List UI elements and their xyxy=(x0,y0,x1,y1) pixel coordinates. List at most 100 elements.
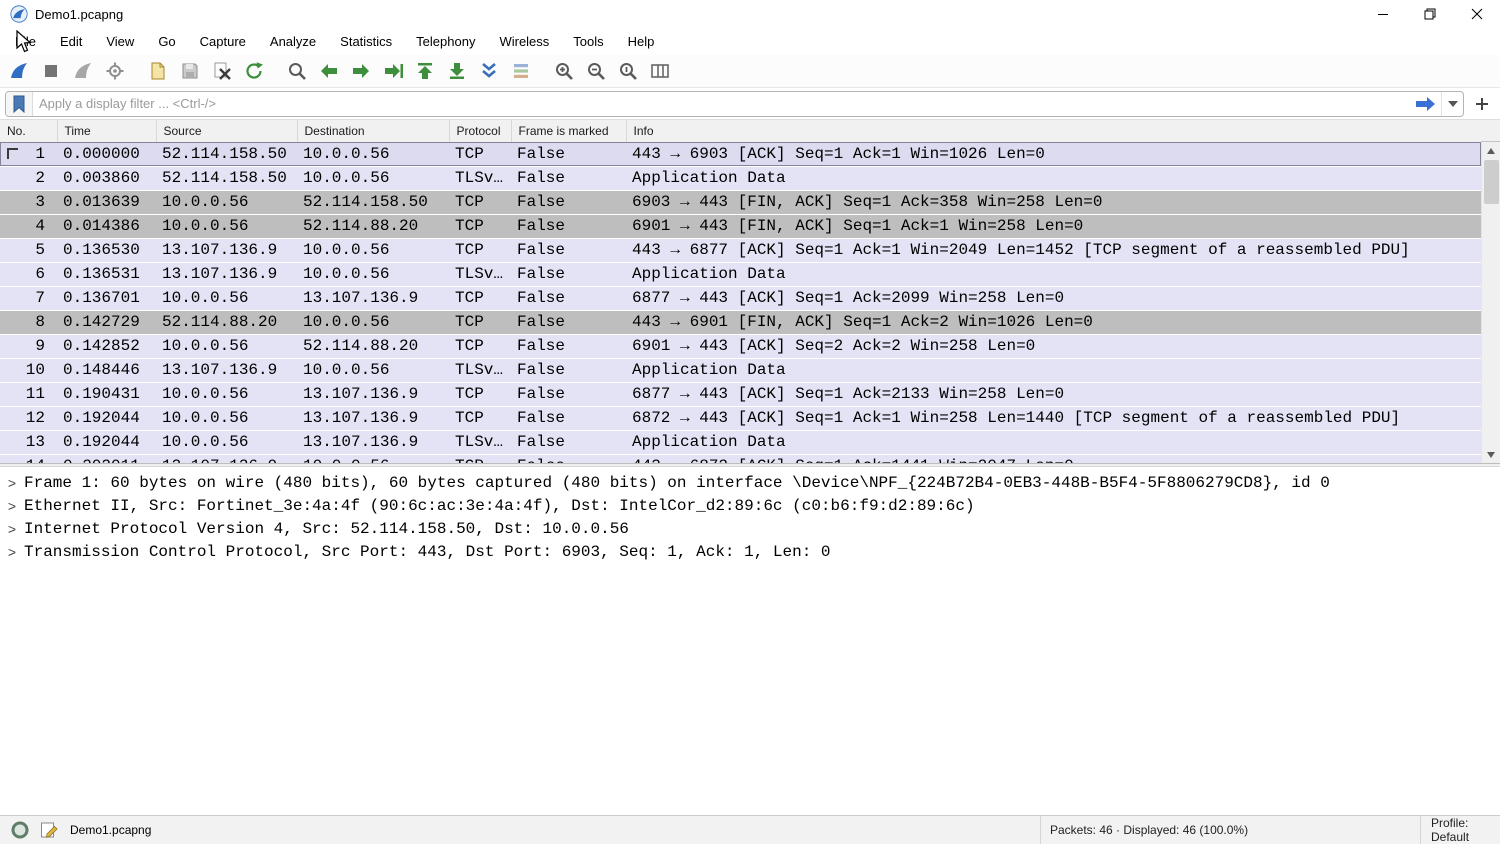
packet-row[interactable]: 7 0.136701 10.0.0.56 13.107.136.9 TCP Fa… xyxy=(0,286,1481,310)
detail-text: Frame 1: 60 bytes on wire (480 bits), 60… xyxy=(24,474,1330,492)
minimize-button[interactable] xyxy=(1359,0,1406,28)
menu-item[interactable]: Edit xyxy=(48,31,94,53)
resize-columns-button[interactable] xyxy=(645,57,674,85)
colorize-packets-button[interactable] xyxy=(506,57,535,85)
go-forward-button[interactable] xyxy=(346,57,375,85)
column-header[interactable]: Time xyxy=(57,120,156,142)
cell-protocol: TCP xyxy=(449,190,511,214)
packet-row[interactable]: 4 0.014386 10.0.0.56 52.114.88.20 TCP Fa… xyxy=(0,214,1481,238)
expand-chevron-icon[interactable] xyxy=(0,521,24,537)
chevron-down-icon xyxy=(1447,100,1459,108)
filter-dropdown-button[interactable] xyxy=(1441,92,1463,116)
packet-list-scrollbar[interactable] xyxy=(1481,142,1500,463)
expand-chevron-icon[interactable] xyxy=(0,498,24,514)
save-file-button[interactable] xyxy=(175,57,204,85)
cell-protocol: TLSv… xyxy=(449,166,511,190)
restart-fin-icon xyxy=(72,60,94,82)
display-filter-input[interactable] xyxy=(33,96,1409,111)
menu-item[interactable]: Telephony xyxy=(404,31,487,53)
status-profile[interactable]: Profile: Default xyxy=(1420,816,1500,844)
zoom-normal-button[interactable] xyxy=(613,57,642,85)
packet-row[interactable]: 12 0.192044 10.0.0.56 13.107.136.9 TCP F… xyxy=(0,406,1481,430)
close-button[interactable] xyxy=(1453,0,1500,28)
packet-row[interactable]: 9 0.142852 10.0.0.56 52.114.88.20 TCP Fa… xyxy=(0,334,1481,358)
scroll-up-button[interactable] xyxy=(1482,142,1500,159)
cell-destination: 10.0.0.56 xyxy=(297,142,449,166)
cell-source: 10.0.0.56 xyxy=(156,286,297,310)
cell-destination: 10.0.0.56 xyxy=(297,454,449,463)
scroll-down-button[interactable] xyxy=(1482,446,1500,463)
expand-chevron-icon[interactable] xyxy=(0,475,24,491)
menu-item[interactable]: Wireless xyxy=(487,31,561,53)
cell-protocol: TCP xyxy=(449,214,511,238)
go-back-button[interactable] xyxy=(314,57,343,85)
start-capture-button[interactable] xyxy=(4,57,33,85)
expert-info-icon[interactable] xyxy=(11,821,29,839)
packet-row[interactable]: 10 0.148446 13.107.136.9 10.0.0.56 TLSv…… xyxy=(0,358,1481,382)
column-header[interactable]: Protocol xyxy=(449,120,511,142)
column-header[interactable]: No. xyxy=(0,120,57,142)
packet-detail-line[interactable]: Ethernet II, Src: Fortinet_3e:4a:4f (90:… xyxy=(0,494,1500,517)
stop-capture-button[interactable] xyxy=(36,57,65,85)
packet-row[interactable]: 3 0.013639 10.0.0.56 52.114.158.50 TCP F… xyxy=(0,190,1481,214)
add-filter-button[interactable] xyxy=(1469,91,1495,117)
packet-row[interactable]: 6 0.136531 13.107.136.9 10.0.0.56 TLSv… … xyxy=(0,262,1481,286)
zoom-in-icon xyxy=(553,60,575,82)
column-header[interactable]: Destination xyxy=(297,120,449,142)
menu-item[interactable]: File xyxy=(3,31,48,53)
packet-table-header-row: No.TimeSourceDestinationProtocolFrame is… xyxy=(0,120,1481,142)
packet-row[interactable]: 13 0.192044 10.0.0.56 13.107.136.9 TLSv…… xyxy=(0,430,1481,454)
cell-protocol: TCP xyxy=(449,310,511,334)
menu-item[interactable]: Statistics xyxy=(328,31,404,53)
capture-options-button[interactable] xyxy=(100,57,129,85)
cell-protocol: TCP xyxy=(449,238,511,262)
packet-row[interactable]: 1 0.000000 52.114.158.50 10.0.0.56 TCP F… xyxy=(0,142,1481,166)
menu-item[interactable]: Help xyxy=(616,31,667,53)
cell-source: 13.107.136.9 xyxy=(156,358,297,382)
auto-scroll-button[interactable] xyxy=(474,57,503,85)
cell-no: 3 xyxy=(0,190,57,214)
column-header[interactable]: Frame is marked xyxy=(511,120,626,142)
cell-source: 13.107.136.9 xyxy=(156,454,297,463)
menu-item[interactable]: Tools xyxy=(561,31,615,53)
cell-destination: 10.0.0.56 xyxy=(297,238,449,262)
open-file-button[interactable] xyxy=(143,57,172,85)
menu-item[interactable]: Capture xyxy=(188,31,258,53)
menu-item[interactable]: Go xyxy=(146,31,187,53)
go-last-packet-button[interactable] xyxy=(442,57,471,85)
capture-comment-icon[interactable] xyxy=(40,821,59,839)
packet-row[interactable]: 2 0.003860 52.114.158.50 10.0.0.56 TLSv…… xyxy=(0,166,1481,190)
filter-bookmark-button[interactable] xyxy=(6,92,33,116)
packet-detail-line[interactable]: Transmission Control Protocol, Src Port:… xyxy=(0,540,1500,563)
filter-apply-button[interactable] xyxy=(1409,92,1441,116)
reload-file-button[interactable] xyxy=(239,57,268,85)
packet-detail-line[interactable]: Internet Protocol Version 4, Src: 52.114… xyxy=(0,517,1500,540)
go-to-packet-button[interactable] xyxy=(378,57,407,85)
find-packet-button[interactable] xyxy=(282,57,311,85)
menu-item[interactable]: View xyxy=(94,31,146,53)
menu-item[interactable]: Analyze xyxy=(258,31,328,53)
packet-row[interactable]: 14 0.202011 13.107.136.9 10.0.0.56 TCP F… xyxy=(0,454,1481,463)
close-file-button[interactable] xyxy=(207,57,236,85)
cell-frame-is-marked: False xyxy=(511,430,626,454)
packet-row[interactable]: 8 0.142729 52.114.88.20 10.0.0.56 TCP Fa… xyxy=(0,310,1481,334)
column-header[interactable]: Info xyxy=(626,120,1481,142)
restart-capture-button[interactable] xyxy=(68,57,97,85)
zoom-in-button[interactable] xyxy=(549,57,578,85)
expand-chevron-icon[interactable] xyxy=(0,544,24,560)
cell-protocol: TCP xyxy=(449,454,511,463)
scrollbar-thumb[interactable] xyxy=(1484,160,1499,204)
packet-row[interactable]: 11 0.190431 10.0.0.56 13.107.136.9 TCP F… xyxy=(0,382,1481,406)
gear-icon xyxy=(104,60,126,82)
menu-bar: FileEditViewGoCaptureAnalyzeStatisticsTe… xyxy=(0,28,1500,55)
detail-text: Ethernet II, Src: Fortinet_3e:4a:4f (90:… xyxy=(24,497,975,515)
column-header[interactable]: Source xyxy=(156,120,297,142)
colorize-icon xyxy=(510,60,532,82)
packet-row[interactable]: 5 0.136530 13.107.136.9 10.0.0.56 TCP Fa… xyxy=(0,238,1481,262)
zoom-out-button[interactable] xyxy=(581,57,610,85)
cell-frame-is-marked: False xyxy=(511,166,626,190)
go-first-packet-button[interactable] xyxy=(410,57,439,85)
restore-button[interactable] xyxy=(1406,0,1453,28)
packet-detail-line[interactable]: Frame 1: 60 bytes on wire (480 bits), 60… xyxy=(0,471,1500,494)
cell-info: Application Data xyxy=(626,358,1481,382)
